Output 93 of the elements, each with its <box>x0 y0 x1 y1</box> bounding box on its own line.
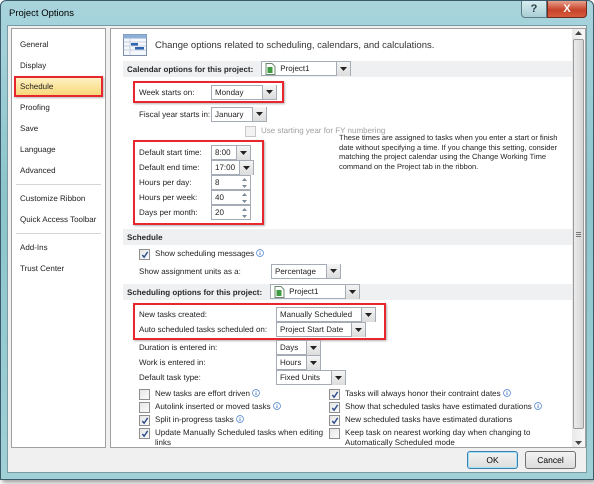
sidebar-item[interactable]: Save <box>14 118 103 139</box>
info-icon <box>272 402 281 410</box>
caret-icon <box>351 322 365 336</box>
sidebar-item[interactable]: Language <box>14 139 103 160</box>
caret-icon <box>331 370 345 384</box>
field-label: Show assignment units as a: <box>139 266 242 276</box>
info-icon <box>502 389 511 397</box>
spin-field[interactable]: 20 <box>211 205 251 220</box>
dropdown[interactable]: Project1 <box>261 61 352 76</box>
header-text: Change options related to scheduling, calendars, and calculations. <box>155 40 434 50</box>
close-button[interactable]: X <box>547 1 587 18</box>
scroll-thumb[interactable] <box>573 39 584 429</box>
caret-icon <box>306 340 320 354</box>
checkbox-label: New scheduled tasks have estimated durations <box>345 415 512 424</box>
caret-icon <box>236 146 250 160</box>
dropdown[interactable]: Monday <box>211 84 277 100</box>
dropdown[interactable]: Manually Scheduled <box>276 307 376 322</box>
info-icon <box>236 415 244 423</box>
field-label: Auto scheduled tasks scheduled on: <box>139 325 268 334</box>
field-label: Work is entered in: <box>139 358 207 367</box>
caret-icon <box>262 85 276 99</box>
sidebar-item[interactable]: Customize Ribbon <box>14 188 103 209</box>
checkbox[interactable] <box>139 415 150 426</box>
sidebar-item[interactable]: Schedule <box>14 76 103 97</box>
checkbox[interactable] <box>139 249 150 260</box>
document-icon <box>274 286 286 298</box>
checkbox-label: Keep task on nearest working day when changing to Automatically Scheduled mode <box>345 428 530 446</box>
sidebar-item[interactable]: Display <box>14 55 103 76</box>
section-title: Schedule <box>127 232 164 242</box>
sidebar-item[interactable]: General <box>14 34 103 55</box>
document-icon <box>265 62 276 75</box>
spin-field[interactable]: 40 <box>211 190 251 205</box>
sidebar-item[interactable]: Quick Access Toolbar <box>14 209 103 230</box>
checkbox[interactable] <box>139 389 150 400</box>
checkbox-label: Show that scheduled tasks have estimated durations <box>345 402 532 411</box>
checkbox-label: Use starting year for FY numbering <box>261 126 386 135</box>
checkbox-label: Split in-progress tasks <box>155 415 234 424</box>
field-label: Hours per day: <box>139 178 192 187</box>
field-label: Fiscal year starts in: <box>139 110 211 118</box>
info-icon <box>534 402 542 410</box>
checkbox[interactable] <box>139 402 150 413</box>
checkbox[interactable] <box>329 402 340 413</box>
window-title: Project Options <box>8 8 74 18</box>
caret-icon <box>252 107 266 121</box>
dropdown[interactable]: Days <box>276 340 321 355</box>
checkbox[interactable] <box>139 428 150 439</box>
dropdown[interactable]: Fixed Units <box>276 370 346 385</box>
checkbox-label: Tasks will always honor their contraint dates <box>345 389 501 398</box>
field-label: Hours per week: <box>139 193 198 202</box>
sidebar-item[interactable]: Add-Ins <box>14 237 103 258</box>
field-label: Days per month: <box>139 208 199 217</box>
section-title: Calendar options for this project: <box>127 64 254 74</box>
scroll-down-icon[interactable] <box>575 441 582 445</box>
caret-icon <box>345 284 360 299</box>
sidebar-item[interactable]: Proofing <box>14 97 103 118</box>
dropdown[interactable]: Project1 <box>270 284 360 300</box>
field-label: New tasks created: <box>139 310 208 319</box>
caret-icon <box>239 160 254 174</box>
caret-icon <box>336 62 350 76</box>
caret-icon <box>361 308 375 322</box>
dialog-button[interactable]: Cancel <box>525 451 576 469</box>
caret-icon <box>306 356 320 370</box>
gantt-chart-icon <box>123 34 147 56</box>
dropdown[interactable]: Project Start Date <box>276 322 366 337</box>
info-icon <box>256 249 264 257</box>
checkbox-label: New tasks are effort driven <box>155 389 250 398</box>
spin-field[interactable]: 8 <box>211 175 251 190</box>
checkbox-label: Update Manually Scheduled tasks when editing links <box>155 428 324 446</box>
field-label: Default start time: <box>139 148 203 157</box>
field-label: Week starts on: <box>139 88 196 96</box>
scrollbar[interactable] <box>572 29 585 447</box>
checkbox[interactable] <box>329 389 340 400</box>
dialog-button[interactable]: OK <box>467 451 518 469</box>
field-label: Default task type: <box>139 373 202 382</box>
caret-icon <box>326 264 340 278</box>
dropdown[interactable]: Percentage <box>271 264 341 278</box>
dropdown[interactable]: January <box>211 106 267 122</box>
dropdown[interactable]: 8:00 <box>211 145 251 160</box>
field-label: Default end time: <box>139 163 200 172</box>
dropdown[interactable]: 17:00 <box>211 160 254 175</box>
checkbox-label: Autolink inserted or moved tasks <box>155 402 271 411</box>
scroll-up-icon[interactable] <box>575 31 582 35</box>
info-icon <box>252 389 260 397</box>
field-label: Duration is entered in: <box>139 343 218 352</box>
dropdown[interactable]: Hours <box>276 355 321 370</box>
checkbox-label: Show scheduling messages <box>155 249 254 258</box>
sidebar-item[interactable]: Trust Center <box>14 258 103 279</box>
checkbox[interactable] <box>329 415 340 426</box>
help-button[interactable]: ? <box>521 1 547 18</box>
section-title: Scheduling options for this project: <box>127 288 262 296</box>
grip-icon <box>576 232 581 236</box>
checkbox[interactable] <box>329 428 340 439</box>
sidebar-item[interactable]: Advanced <box>14 160 103 181</box>
